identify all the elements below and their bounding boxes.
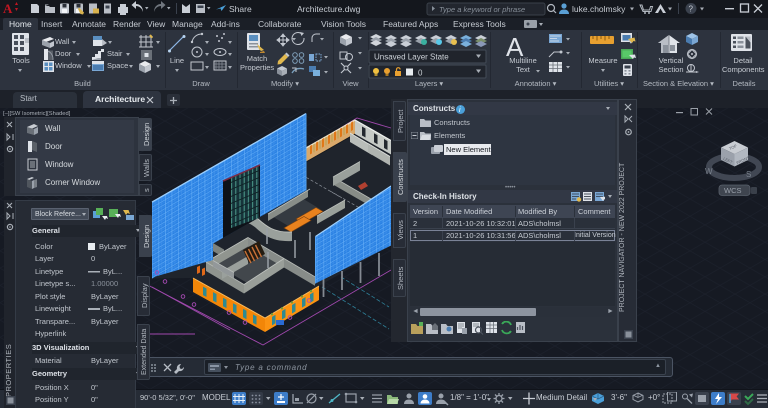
- svg-text:A: A: [3, 1, 13, 16]
- svg-text:WCS: WCS: [724, 186, 742, 195]
- svg-text:W: W: [705, 167, 713, 176]
- svg-text:0: 0: [418, 69, 423, 78]
- svg-text:?: ?: [689, 5, 694, 14]
- svg-text:Architecture.dwg: Architecture.dwg: [297, 4, 361, 14]
- svg-text:Unsaved Layer State: Unsaved Layer State: [374, 53, 449, 62]
- svg-text:Share: Share: [229, 4, 252, 14]
- svg-text:S: S: [746, 170, 751, 179]
- svg-text:luke.cholmsky: luke.cholmsky: [572, 4, 626, 14]
- svg-text:Type a keyword or phrase: Type a keyword or phrase: [439, 5, 525, 14]
